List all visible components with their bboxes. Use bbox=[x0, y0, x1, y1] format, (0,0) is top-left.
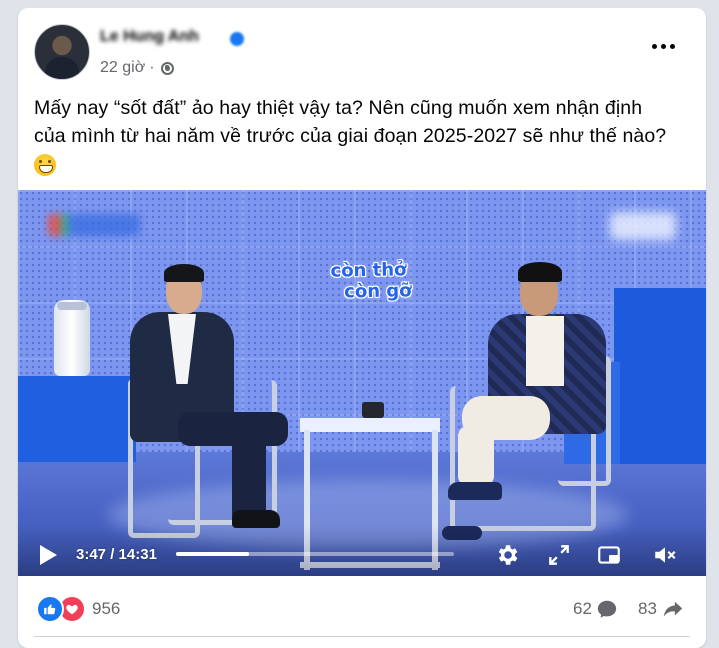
post-timestamp[interactable]: 22 giờ bbox=[100, 59, 145, 77]
reaction-count[interactable]: 956 bbox=[92, 599, 120, 619]
host-left-hair bbox=[164, 264, 204, 282]
divider bbox=[34, 636, 690, 637]
post-text-line: của mình từ hai năm về trước của giai đo… bbox=[34, 125, 667, 147]
more-options-icon[interactable] bbox=[646, 36, 680, 56]
host-right-shoe bbox=[448, 482, 502, 500]
host-right-hair bbox=[518, 262, 562, 282]
grinning-face-icon bbox=[34, 154, 56, 176]
video-watermark: còn thở còn gỡ bbox=[320, 257, 418, 305]
author-avatar[interactable] bbox=[34, 24, 90, 80]
post-meta: 22 giờ · bbox=[100, 59, 174, 77]
blurred-logo-left bbox=[48, 214, 140, 236]
host-left-shin bbox=[232, 430, 266, 522]
video-time: 3:47 / 14:31 bbox=[76, 546, 157, 563]
table-object bbox=[362, 402, 384, 418]
picture-in-picture-icon[interactable] bbox=[596, 542, 622, 568]
share-icon bbox=[663, 601, 683, 617]
share-stat[interactable]: 83 bbox=[638, 598, 685, 620]
post-text: Mấy nay “sốt đất” ảo hay thiệt vậy ta? N… bbox=[34, 94, 694, 181]
like-icon bbox=[36, 595, 64, 623]
time-separator: / bbox=[106, 546, 119, 563]
host-right-shin bbox=[458, 426, 494, 486]
stage-block bbox=[614, 288, 706, 464]
stage-block bbox=[18, 376, 136, 462]
comment-count: 62 bbox=[573, 599, 592, 618]
watermark-line: còn gỡ bbox=[344, 280, 412, 303]
duration: 14:31 bbox=[118, 546, 157, 563]
progress-fill bbox=[176, 552, 249, 556]
share-count: 83 bbox=[638, 599, 657, 618]
blurred-logo-right bbox=[610, 212, 676, 240]
watermark-line: còn thở bbox=[330, 259, 407, 282]
fullscreen-icon[interactable] bbox=[546, 542, 572, 568]
air-purifier bbox=[54, 300, 90, 376]
play-icon[interactable] bbox=[40, 545, 57, 565]
current-time: 3:47 bbox=[76, 546, 107, 563]
video-player[interactable]: còn thở còn gỡ 3:47 / 14:31 bbox=[18, 190, 706, 576]
side-table bbox=[300, 418, 440, 432]
comment-icon bbox=[597, 600, 617, 618]
post-text-line: Mấy nay “sốt đất” ảo hay thiệt vậy ta? N… bbox=[34, 97, 643, 119]
mute-icon[interactable] bbox=[652, 542, 678, 568]
verified-badge-icon bbox=[230, 32, 244, 46]
settings-icon[interactable] bbox=[494, 542, 520, 568]
author-name[interactable]: Le Hung Anh bbox=[100, 28, 199, 46]
progress-bar[interactable] bbox=[176, 552, 454, 556]
reaction-summary[interactable]: 956 bbox=[36, 595, 120, 623]
globe-icon[interactable] bbox=[160, 61, 174, 75]
host-right-shirt bbox=[526, 316, 564, 386]
comment-stat[interactable]: 62 bbox=[573, 598, 618, 620]
meta-separator: · bbox=[149, 59, 155, 76]
post-card: Le Hung Anh 22 giờ · Mấy nay “sốt đất” ả… bbox=[18, 8, 706, 648]
